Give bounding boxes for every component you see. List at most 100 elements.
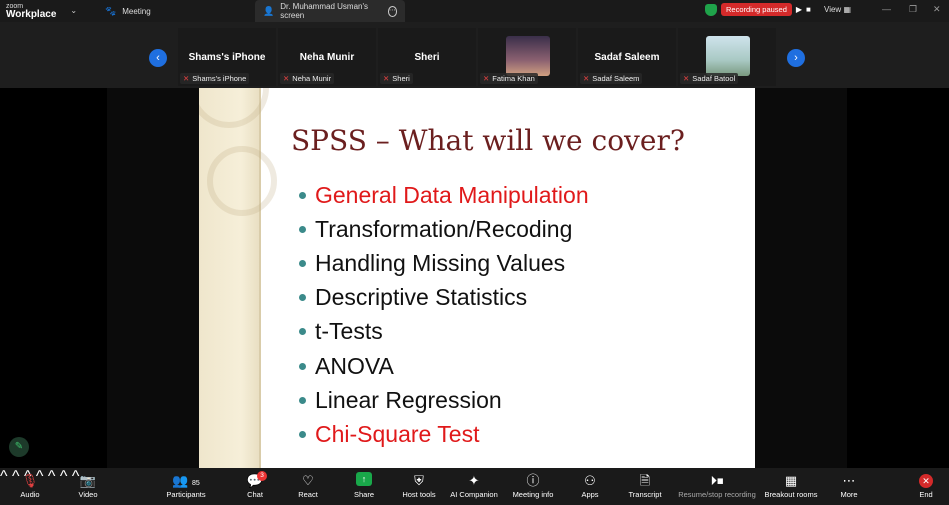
play-icon[interactable]: ▶ xyxy=(796,5,802,14)
annotate-pen-icon[interactable]: ✎ xyxy=(9,437,29,457)
bullet-dot-icon xyxy=(299,259,306,267)
bullet-dot-icon xyxy=(299,328,306,336)
participant-tile[interactable]: Neha Munir ✕ Neha Munir xyxy=(278,28,376,86)
bullet-dot-icon xyxy=(299,225,306,233)
sparkle-icon: ✦ xyxy=(468,473,480,488)
bullet-dot-icon xyxy=(299,362,306,370)
slide-bullet: ANOVA xyxy=(299,349,589,383)
recording-indicator: Recording paused ▶ ■ xyxy=(705,3,811,16)
host-tools-button[interactable]: ⛨ Host tools xyxy=(400,472,438,499)
share-chevron-icon[interactable]: ^ xyxy=(60,468,68,485)
participant-tile[interactable]: ✕ Sadaf Batool xyxy=(678,28,776,86)
bullet-dot-icon xyxy=(299,191,306,199)
chat-badge: 3 xyxy=(257,471,267,481)
tab-meeting[interactable]: 🐾 Meeting xyxy=(95,0,255,22)
mic-muted-icon: ✕ xyxy=(283,74,290,83)
participant-name: Sadaf Saleem xyxy=(594,52,660,63)
participant-label: ✕ Sadaf Saleem xyxy=(580,73,643,84)
avatar-icon: 👤 xyxy=(263,5,275,16)
participant-name: Sheri xyxy=(414,52,440,63)
participant-label: ✕ Sadaf Batool xyxy=(680,73,739,84)
heart-icon: ♡ xyxy=(302,473,314,488)
more-options-icon[interactable]: ⋯ xyxy=(387,5,397,17)
video-button[interactable]: 📷 Video xyxy=(74,472,102,499)
react-button[interactable]: ♡ React xyxy=(295,472,321,499)
mic-muted-icon: ✕ xyxy=(483,74,490,83)
slide-bullet: Handling Missing Values xyxy=(299,246,589,280)
info-icon: ⓘ xyxy=(526,473,540,488)
participant-tile[interactable]: Sadaf Saleem ✕ Sadaf Saleem xyxy=(578,28,676,86)
bullet-dot-icon xyxy=(299,430,306,438)
participant-photo xyxy=(506,36,550,76)
meeting-info-button[interactable]: ⓘ Meeting info xyxy=(510,472,556,499)
participant-strip: ‹ Shams's iPhone ✕ Shams's iPhone Neha Mu… xyxy=(0,22,949,88)
next-page-icon[interactable]: › xyxy=(787,49,805,67)
participant-photo xyxy=(706,36,750,76)
chat-button[interactable]: 💬 Chat 3 xyxy=(244,471,267,499)
app-brand[interactable]: zoom Workplace ⌄ xyxy=(0,3,95,20)
shield-icon xyxy=(705,3,717,16)
more-button[interactable]: ⋯ More xyxy=(837,472,861,499)
prev-page-icon[interactable]: ‹ xyxy=(149,49,167,67)
slide-bullet: Chi-Square Test xyxy=(299,417,589,451)
chevron-down-icon[interactable]: ⌄ xyxy=(70,7,77,15)
resume-stop-recording-button[interactable]: ⏵⏹ Resume/stop recording xyxy=(676,472,758,499)
brand-bottom: Workplace xyxy=(6,9,57,20)
mic-muted-icon: ✕ xyxy=(383,74,390,83)
react-chevron-icon[interactable]: ^ xyxy=(48,468,56,485)
end-button[interactable]: ✕ End xyxy=(915,472,937,499)
participant-label: ✕ Fatima Khan xyxy=(480,73,538,84)
tab-shared-screen[interactable]: 👤 Dr. Muhammad Usman's screen ⋯ xyxy=(255,0,405,22)
slide-title: SPSS – What will we cover? xyxy=(291,124,685,157)
participant-name: Shams's iPhone xyxy=(188,52,266,63)
participants-icon: 👥 85 xyxy=(172,473,200,488)
slide-bullet: Linear Regression xyxy=(299,383,589,417)
participant-name: Neha Munir xyxy=(299,52,355,63)
participant-tile[interactable]: Sheri ✕ Sheri xyxy=(378,28,476,86)
slide-bullet: General Data Manipulation xyxy=(299,178,589,212)
view-button[interactable]: View ▦ xyxy=(824,5,851,14)
recording-status[interactable]: Recording paused xyxy=(721,3,792,16)
play-stop-icon: ⏵⏹ xyxy=(710,473,724,488)
bullet-dot-icon xyxy=(299,396,306,404)
meeting-toolbar: 🎙 Audio ^ 📷 Video ^ 👥 85 Participants ^ 💬 Ch… xyxy=(0,468,949,505)
video-off-icon: 📷 xyxy=(79,473,97,488)
slide: SPSS – What will we cover? General Data … xyxy=(199,88,755,468)
audio-button[interactable]: 🎙 Audio xyxy=(16,472,44,499)
close-icon[interactable]: ✕ xyxy=(933,4,941,15)
share-icon: ↑ xyxy=(356,472,372,486)
end-icon: ✕ xyxy=(919,474,933,488)
share-button[interactable]: ↑ Share xyxy=(350,472,378,499)
slide-bullet: Transformation/Recoding xyxy=(299,212,589,246)
breakout-rooms-button[interactable]: ▦ Breakout rooms xyxy=(763,472,819,499)
participants-count: 85 xyxy=(192,480,200,487)
view-label: View xyxy=(824,5,842,14)
apps-icon: ⚇ xyxy=(584,473,596,488)
slide-bullet: Descriptive Statistics xyxy=(299,281,589,315)
breakout-grid-icon: ▦ xyxy=(784,473,798,488)
grid-icon: ▦ xyxy=(843,5,851,14)
stop-icon[interactable]: ■ xyxy=(806,5,811,14)
mic-muted-icon: ✕ xyxy=(183,74,190,83)
mic-muted-icon: ✕ xyxy=(583,74,590,83)
mic-muted-icon: ✕ xyxy=(683,74,690,83)
participants-button[interactable]: 👥 85 Participants xyxy=(163,472,209,499)
bullet-dot-icon xyxy=(299,294,306,302)
minimize-icon[interactable]: — xyxy=(882,4,891,14)
more-icon: ⋯ xyxy=(842,473,856,488)
transcript-button[interactable]: 🗎 Transcript xyxy=(626,472,664,499)
tab-meeting-label: Meeting xyxy=(122,6,151,16)
mic-muted-icon: 🎙 xyxy=(21,473,39,488)
slide-bullet: t-Tests xyxy=(299,315,589,349)
apps-button[interactable]: ⚇ Apps xyxy=(578,472,602,499)
slide-bullet-list: General Data Manipulation Transformation… xyxy=(299,178,589,452)
participant-tile[interactable]: Shams's iPhone ✕ Shams's iPhone xyxy=(178,28,276,86)
participant-label: ✕ Neha Munir xyxy=(280,73,335,84)
restore-icon[interactable]: ❐ xyxy=(909,4,917,15)
paw-icon: 🐾 xyxy=(105,5,117,16)
ai-companion-button[interactable]: ✦ AI Companion xyxy=(448,472,500,499)
participant-tile[interactable]: ✕ Fatima Khan xyxy=(478,28,576,86)
shield-icon: ⛨ xyxy=(414,473,424,488)
audio-options-chevron-icon[interactable]: ^ xyxy=(0,468,8,485)
transcript-icon: 🗎 xyxy=(639,473,651,488)
